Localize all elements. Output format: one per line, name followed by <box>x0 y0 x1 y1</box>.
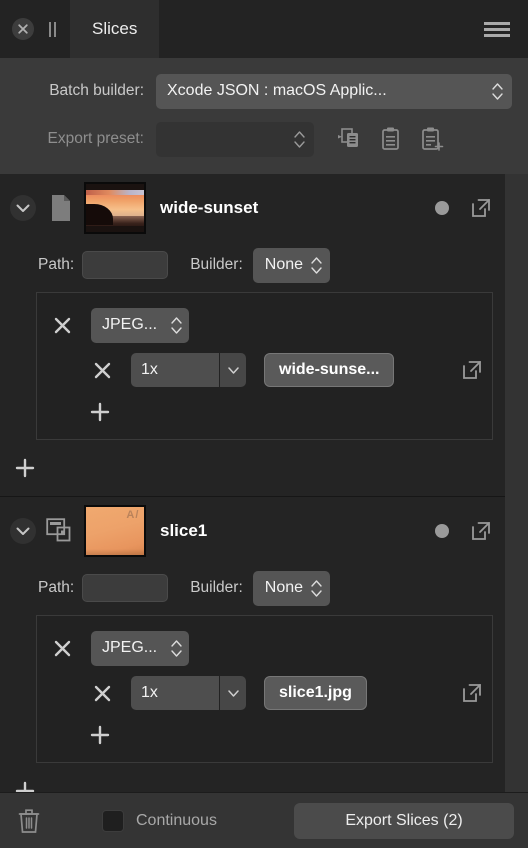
path-input[interactable] <box>82 251 169 279</box>
builder-select[interactable]: None <box>252 247 331 283</box>
add-scale-button[interactable] <box>87 399 113 425</box>
remove-scale-button[interactable] <box>87 684 117 703</box>
tabbar-spacer <box>159 0 484 58</box>
continuous-checkbox[interactable] <box>102 809 124 832</box>
builder-label: Builder: <box>190 256 243 273</box>
artboard-slice-icon <box>44 517 78 545</box>
bottom-toolbar: Continuous Export Slices (2) <box>0 792 528 848</box>
apply-preset-icon[interactable] <box>336 124 362 154</box>
open-external-icon[interactable] <box>469 196 493 220</box>
add-format-row <box>0 763 505 792</box>
preset-actions <box>336 124 446 154</box>
filename-input[interactable]: wide-sunse... <box>264 353 395 387</box>
format-row: JPEG... <box>37 303 492 347</box>
add-scale-button[interactable] <box>87 722 113 748</box>
chevron-down-icon[interactable] <box>220 676 246 710</box>
remove-format-button[interactable] <box>47 316 77 335</box>
copy-preset-icon[interactable] <box>378 124 404 154</box>
new-preset-icon[interactable] <box>420 124 446 154</box>
add-format-row <box>0 440 505 496</box>
path-input[interactable] <box>82 574 169 602</box>
slices-list-scrollarea: wide-sunset Path: Builder: None JPEG... … <box>0 174 528 792</box>
scale-combobox[interactable]: 1x <box>131 676 246 710</box>
add-format-button[interactable] <box>12 455 38 481</box>
scale-row: 1x slice1.jpg <box>37 670 492 716</box>
document-icon <box>44 194 78 222</box>
slice-thumbnail: A/ <box>84 505 146 557</box>
exports-group: JPEG... 1x <box>36 615 493 763</box>
tab-slices-label: Slices <box>92 19 138 38</box>
export-preset-label: Export preset: <box>47 130 145 147</box>
close-icon[interactable] <box>12 18 34 40</box>
scale-input[interactable]: 1x <box>131 353 219 387</box>
status-badge <box>435 524 449 538</box>
scale-combobox[interactable]: 1x <box>131 353 246 387</box>
export-slices-button[interactable]: Export Slices (2) <box>294 802 514 839</box>
chevron-updown-icon <box>311 579 322 597</box>
slice-name: wide-sunset <box>160 198 259 217</box>
continuous-label: Continuous <box>136 811 217 829</box>
chevron-down-icon[interactable] <box>220 353 246 387</box>
path-label: Path: <box>38 256 75 273</box>
export-slices-label: Export Slices (2) <box>345 811 463 829</box>
add-scale-row <box>37 393 492 431</box>
slice-header[interactable]: A/ slice1 <box>0 497 505 565</box>
chevron-updown-icon <box>294 130 305 148</box>
filename-input[interactable]: slice1.jpg <box>264 676 367 710</box>
batch-builder-value: Xcode JSON : macOS Applic... <box>167 82 387 99</box>
continuous-toggle[interactable]: Continuous <box>102 809 217 832</box>
remove-scale-button[interactable] <box>87 361 117 380</box>
title-tab-bar: Slices <box>0 0 528 58</box>
path-row: Path: Builder: None <box>0 565 505 611</box>
format-row: JPEG... <box>37 626 492 670</box>
open-external-icon[interactable] <box>460 358 484 382</box>
builder-value: None <box>264 579 304 596</box>
add-format-button[interactable] <box>12 778 38 792</box>
chevron-updown-icon <box>311 256 322 274</box>
tabbar-left-controls <box>0 0 58 58</box>
format-value: JPEG... <box>102 316 158 333</box>
slices-panel-window: Slices Batch builder: Xcode JSON : macOS… <box>0 0 528 848</box>
batch-builder-label: Batch builder: <box>49 82 144 99</box>
chevron-updown-icon <box>492 82 503 100</box>
scale-row: 1x wide-sunse... <box>37 347 492 393</box>
vertical-scrollbar[interactable] <box>505 174 528 792</box>
builder-value: None <box>264 256 304 273</box>
scale-input[interactable]: 1x <box>131 676 219 710</box>
batch-builder-select[interactable]: Xcode JSON : macOS Applic... <box>156 73 512 109</box>
export-preset-row: Export preset: <box>16 120 512 158</box>
settings-panel: Batch builder: Xcode JSON : macOS Applic… <box>0 58 528 174</box>
hamburger-menu-icon[interactable] <box>484 0 528 58</box>
format-select[interactable]: JPEG... <box>91 307 189 343</box>
status-badge <box>435 201 449 215</box>
builder-select[interactable]: None <box>252 570 331 606</box>
chevron-down-icon[interactable] <box>10 518 36 544</box>
batch-builder-row: Batch builder: Xcode JSON : macOS Applic… <box>16 72 512 110</box>
slices-list: wide-sunset Path: Builder: None JPEG... … <box>0 174 505 792</box>
tab-slices[interactable]: Slices <box>70 0 160 58</box>
export-preset-select[interactable] <box>156 121 314 157</box>
slice-block: A/ slice1 Path: Builder: None JPEG... 1x… <box>0 497 505 792</box>
chevron-down-icon[interactable] <box>10 195 36 221</box>
slice-thumbnail <box>84 182 146 234</box>
exports-group: JPEG... 1x <box>36 292 493 440</box>
slice-name: slice1 <box>160 521 208 540</box>
add-scale-row <box>37 716 492 754</box>
path-row: Path: Builder: None <box>0 242 505 288</box>
chevron-updown-icon <box>171 316 182 334</box>
remove-format-button[interactable] <box>47 639 77 658</box>
chevron-updown-icon <box>171 639 182 657</box>
slice-header[interactable]: wide-sunset <box>0 174 505 242</box>
format-value: JPEG... <box>102 639 158 656</box>
open-external-icon[interactable] <box>460 681 484 705</box>
open-external-icon[interactable] <box>469 519 493 543</box>
path-label: Path: <box>38 579 75 596</box>
thumbnail-watermark: A/ <box>126 508 140 521</box>
builder-label: Builder: <box>190 579 243 596</box>
slice-block: wide-sunset Path: Builder: None JPEG... … <box>0 174 505 497</box>
pause-handle-icon[interactable] <box>47 21 58 37</box>
trash-icon[interactable] <box>14 805 44 837</box>
format-select[interactable]: JPEG... <box>91 630 189 666</box>
